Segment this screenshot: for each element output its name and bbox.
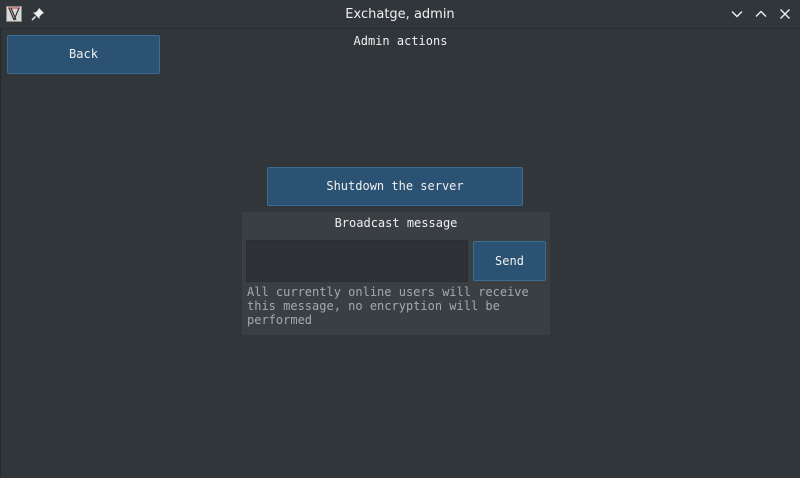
chevron-up-icon <box>755 10 767 17</box>
title-bar[interactable]: Exchatge, admin <box>0 0 800 29</box>
broadcast-note: All currently online users will receive … <box>247 285 529 327</box>
main-content: Back Admin actions Shutdown the server B… <box>0 29 800 478</box>
app-window: Exchatge, admin Back Admin actions Shutd… <box>0 0 800 478</box>
close-button[interactable] <box>777 6 793 22</box>
broadcast-title: Broadcast message <box>334 216 458 230</box>
broadcast-panel: Broadcast message Send All currently onl… <box>242 212 550 335</box>
send-button[interactable]: Send <box>473 241 546 281</box>
close-icon <box>780 9 790 19</box>
minimize-button[interactable] <box>729 6 745 22</box>
page-title: Admin actions <box>353 34 448 48</box>
maximize-button[interactable] <box>753 6 769 22</box>
window-title: Exchatge, admin <box>345 7 455 22</box>
broadcast-message-input[interactable] <box>246 240 468 282</box>
shutdown-server-button[interactable]: Shutdown the server <box>267 167 523 206</box>
chevron-down-icon <box>731 11 743 18</box>
